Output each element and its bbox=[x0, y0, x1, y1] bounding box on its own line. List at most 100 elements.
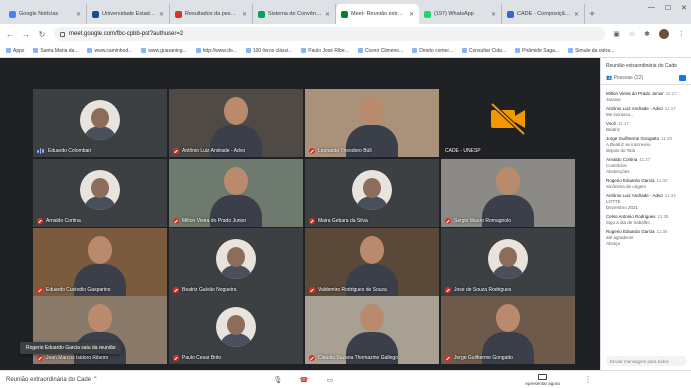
participant-tile[interactable]: Claudia Suzana Thomazine Gallego bbox=[305, 296, 439, 364]
browser-tab[interactable]: CADE - Composição - Se...✕ bbox=[502, 4, 585, 24]
participant-tile[interactable]: Arnaldo Cortina bbox=[33, 159, 167, 227]
chat-message: Antônio Luiz Andrade - Advo 11:17 Me incra… bbox=[606, 106, 686, 117]
participant-nameplate: CADE - UNESP bbox=[445, 148, 481, 154]
chat-message-input[interactable]: Enviar mensagem para todos bbox=[606, 356, 687, 366]
browser-tab[interactable]: Resultados da pesquisa ...✕ bbox=[170, 4, 253, 24]
tab-favicon bbox=[424, 10, 431, 18]
hang-up-icon[interactable]: ☎ bbox=[298, 374, 310, 386]
maximize-icon[interactable]: ☐ bbox=[665, 4, 671, 12]
participant-avatar bbox=[216, 239, 256, 280]
browser-toolbar: ← → ↻ meet.google.com/fbc-cpbb-pst?authu… bbox=[0, 24, 691, 44]
participant-tile[interactable]: Valdemiro Rodrigues de Souza bbox=[305, 228, 439, 296]
close-tab-icon[interactable]: ✕ bbox=[159, 11, 164, 18]
chat-message: Rogerio Eduardo Garcia 11:36 até agradecer bbox=[606, 229, 686, 240]
mic-off-icon bbox=[445, 355, 451, 361]
close-tab-icon[interactable]: ✕ bbox=[76, 11, 81, 18]
bookmark-icon bbox=[357, 48, 363, 53]
close-window-icon[interactable]: ✕ bbox=[681, 4, 687, 12]
profile-avatar[interactable] bbox=[659, 29, 669, 39]
tab-favicon bbox=[258, 10, 265, 18]
browser-tab[interactable]: (197) WhatsApp ✕ bbox=[419, 4, 502, 24]
message-time: 11:34 bbox=[664, 193, 676, 198]
message-sender: Rogerio Eduardo Garcia 11:32 bbox=[606, 178, 668, 183]
minimize-icon[interactable]: — bbox=[648, 4, 655, 12]
bookmark-item[interactable]: Pirâmide Saga... bbox=[515, 48, 559, 54]
star-icon[interactable]: ☆ bbox=[629, 30, 635, 38]
microphone-icon[interactable]: 🎙 bbox=[272, 374, 284, 386]
meet-video-grid: Eduardo Colombari Antônio Luiz Andrade - … bbox=[0, 58, 600, 370]
message-text: Sinônima de origem bbox=[606, 184, 647, 189]
tab-favicon bbox=[341, 10, 348, 18]
close-tab-icon[interactable]: ✕ bbox=[409, 11, 414, 18]
participant-tile[interactable]: Eduardo Custodio Gasparino bbox=[33, 228, 167, 296]
participant-tile[interactable]: Maira Gebara da Silva bbox=[305, 159, 439, 227]
bookmark-label: 100 livros clássi... bbox=[252, 47, 293, 54]
participant-tile[interactable]: Beatriz Galvão Nogueira bbox=[169, 228, 303, 296]
bookmark-icon bbox=[461, 48, 467, 53]
participant-tile[interactable]: Leonardo Theodoro Büll bbox=[305, 89, 439, 157]
participant-tile[interactable]: Antônio Luiz Andrade - Advo bbox=[169, 89, 303, 157]
message-text: Contrários bbox=[606, 163, 627, 168]
call-controls: 🎙 ☎ ▭ bbox=[272, 374, 336, 386]
bookmark-item[interactable]: www.guaraning... bbox=[141, 48, 187, 54]
bookmark-item[interactable]: Simule da outra... bbox=[568, 48, 614, 54]
bookmark-item[interactable]: Consultar Cida... bbox=[461, 48, 506, 54]
menu-kebab-icon[interactable]: ⋮ bbox=[678, 30, 685, 38]
tab-chat[interactable] bbox=[679, 75, 686, 81]
message-text: Dezembro 2021 bbox=[606, 205, 639, 210]
chat-message: Rogerio Eduardo Garcia 11:32 Sinônima de o… bbox=[606, 178, 686, 189]
message-time: 11:17 bbox=[664, 106, 676, 111]
new-tab-button[interactable]: + bbox=[585, 4, 599, 24]
extensions-icon[interactable]: ✱ bbox=[644, 30, 650, 38]
forward-icon[interactable]: → bbox=[22, 30, 30, 39]
participant-tile[interactable]: Milton Vieira do Prado Junior bbox=[169, 159, 303, 227]
browser-tab[interactable]: Sistema de Convênio - ...✕ bbox=[253, 4, 336, 24]
browser-tab[interactable]: Universidade Estadual Pa...✕ bbox=[87, 4, 170, 24]
close-tab-icon[interactable]: ✕ bbox=[325, 11, 330, 18]
people-icon: 👥 bbox=[606, 75, 613, 81]
bookmark-item[interactable]: Paulo José Ribe... bbox=[301, 48, 349, 54]
meeting-name[interactable]: Reunião extraordinária do Cade ⌃ bbox=[6, 376, 98, 383]
browser-tab[interactable]: Meet- Reunião extrao... ✕ bbox=[336, 4, 419, 24]
close-tab-icon[interactable]: ✕ bbox=[491, 11, 496, 18]
participant-tile[interactable]: Eduardo Colombari bbox=[33, 89, 167, 157]
bookmark-icon bbox=[6, 48, 11, 53]
bookmark-item[interactable]: http://www.do... bbox=[195, 48, 237, 54]
tab-title: Google Notícias bbox=[19, 11, 59, 17]
mic-off-icon bbox=[37, 218, 43, 224]
more-options-icon[interactable]: ⋮ bbox=[584, 375, 592, 384]
message-time: 11:17 bbox=[618, 121, 629, 126]
participant-tile[interactable]: Paulo Cesar Brito bbox=[169, 296, 303, 364]
reload-icon[interactable]: ↻ bbox=[38, 30, 46, 39]
participant-tile[interactable]: Sergio Mauro Romagnolo bbox=[441, 159, 575, 227]
camera-indicator-icon[interactable]: ▣ bbox=[613, 30, 620, 38]
participant-name: CADE - UNESP bbox=[445, 148, 481, 154]
message-sender: Jorge Guilherme Gongatto 11:25 bbox=[606, 136, 672, 141]
bookmark-item[interactable]: Cicero Climeno... bbox=[357, 47, 404, 54]
camera-icon[interactable]: ▭ bbox=[324, 374, 336, 386]
participant-tile[interactable]: CADE - UNESP bbox=[441, 89, 575, 157]
bookmark-label: Direito comer... bbox=[419, 47, 453, 54]
close-tab-icon[interactable]: ✕ bbox=[574, 11, 579, 18]
chat-message: depois do Tatú bbox=[606, 148, 686, 153]
participant-nameplate: Eduardo Custodio Gasparino bbox=[37, 287, 111, 293]
participant-nameplate: Valdemiro Rodrigues de Souza bbox=[309, 287, 387, 293]
tab-favicon bbox=[175, 10, 182, 18]
bookmark-item[interactable]: Direito comer... bbox=[412, 48, 453, 54]
mic-off-icon bbox=[445, 218, 451, 224]
close-tab-icon[interactable]: ✕ bbox=[242, 11, 247, 18]
participant-tile[interactable]: Jose de Souza Rodrigues bbox=[441, 228, 575, 296]
bookmark-label: Cicero Climeno... bbox=[364, 47, 404, 54]
address-bar[interactable]: meet.google.com/fbc-cpbb-pst?authuser=2 bbox=[54, 27, 606, 41]
bookmark-item[interactable]: 100 livros clássi... bbox=[245, 47, 293, 54]
tab-people[interactable]: 👥 Pessoas (22) bbox=[606, 75, 643, 81]
bookmark-item[interactable]: Apps bbox=[6, 48, 24, 54]
browser-tab[interactable]: Google Notícias ✕ bbox=[4, 4, 87, 24]
present-now-button[interactable]: Apresentar agora bbox=[525, 373, 560, 386]
participant-tile[interactable]: Jorge Guilherme Gongatto bbox=[441, 296, 575, 364]
bookmark-item[interactable]: Santa Maria da... bbox=[33, 48, 78, 54]
bookmark-item[interactable]: www.caminhod... bbox=[87, 48, 132, 54]
back-icon[interactable]: ← bbox=[6, 30, 14, 39]
bookmark-icon bbox=[568, 48, 574, 53]
mic-off-icon bbox=[309, 218, 315, 224]
